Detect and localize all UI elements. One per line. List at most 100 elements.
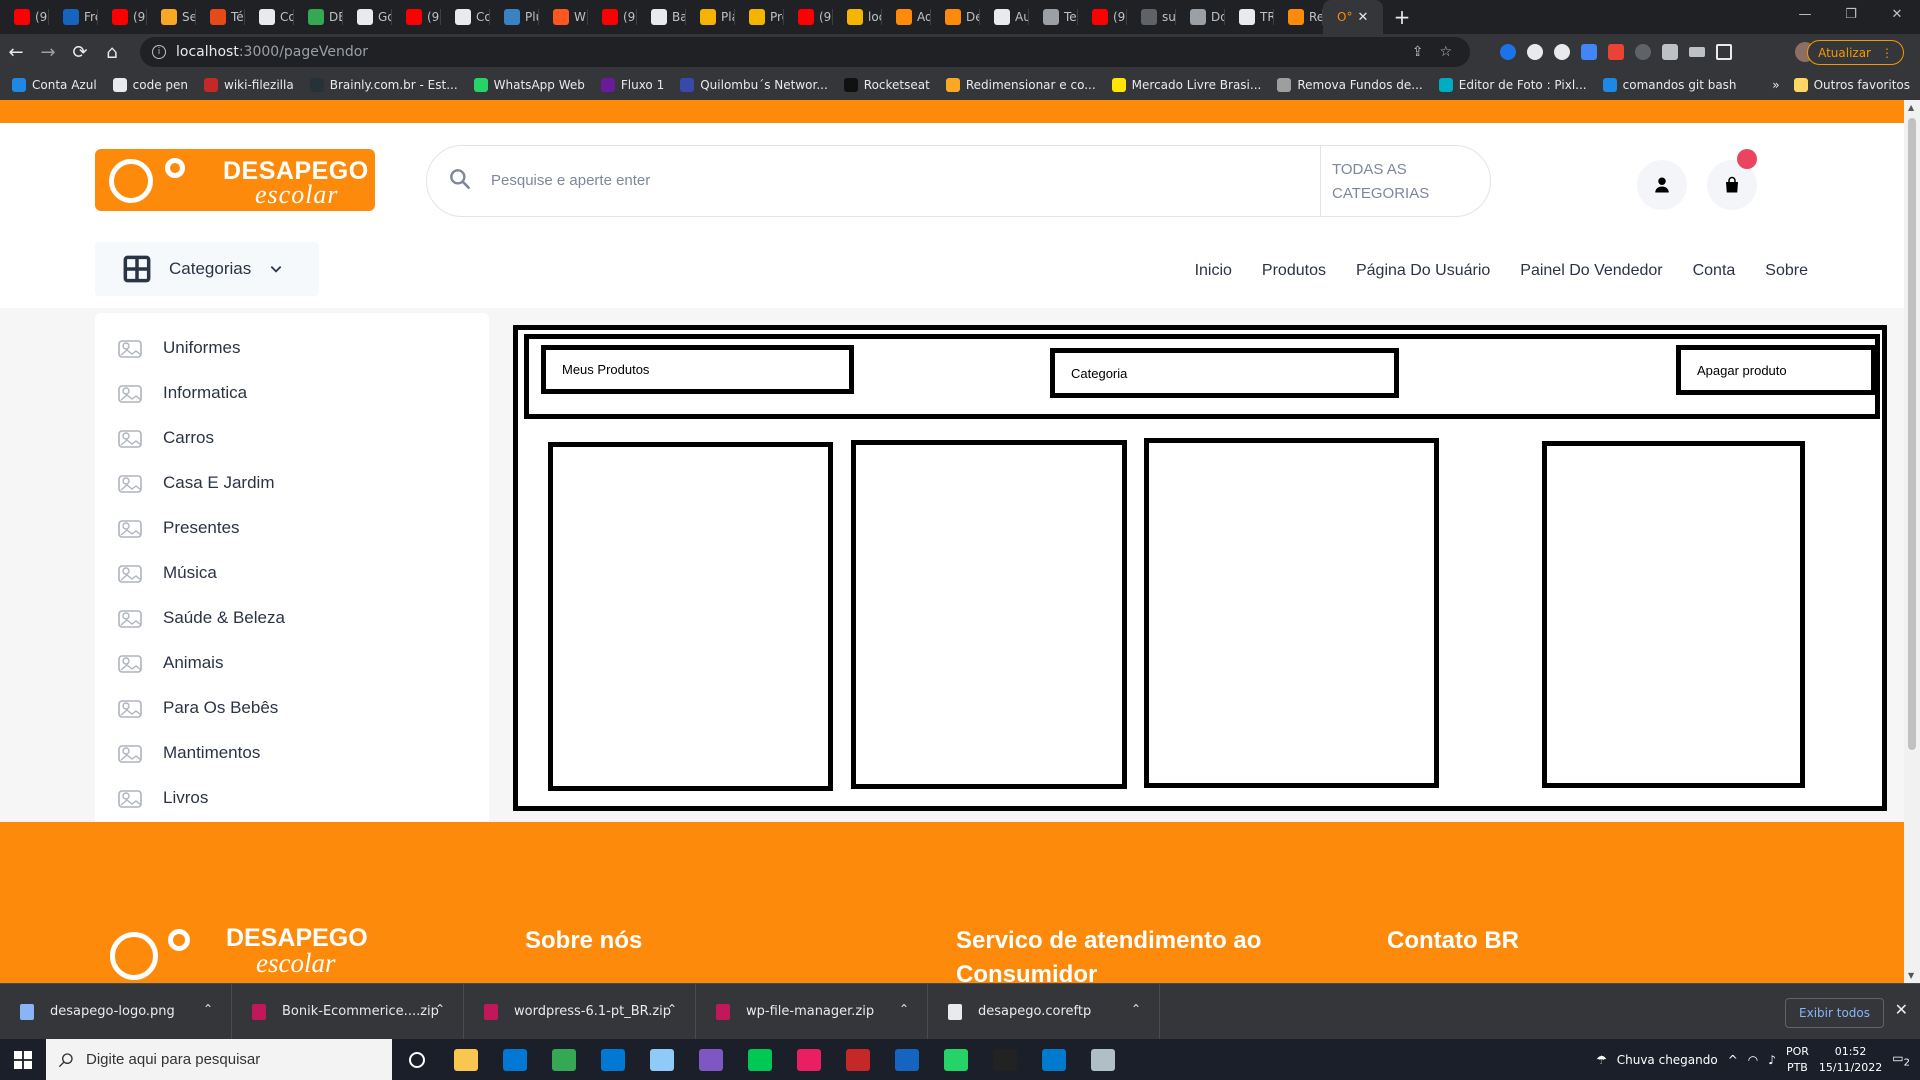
mail-taskbar-icon[interactable] [588,1039,637,1080]
browser-tab[interactable]: Tes [1029,0,1078,34]
restore-icon[interactable]: ❐ [1828,0,1874,34]
download-item[interactable]: desapego-logo.png ⌃ [0,983,232,1040]
sidebar-item[interactable]: Carros [95,415,489,460]
browser-tab[interactable]: WF [539,0,588,34]
product-card[interactable] [1144,438,1439,788]
app-taskbar-icon[interactable] [637,1039,686,1080]
chevron-up-icon[interactable]: ⌃ [435,1002,445,1016]
other-bookmarks[interactable]: Outros favoritos [1793,78,1910,92]
browser-tab[interactable]: Rea [1274,0,1323,34]
browser-tab[interactable]: Go [343,0,392,34]
product-card[interactable] [851,440,1127,789]
my-products-button[interactable]: Meus Produtos [541,345,854,394]
browser-tab[interactable]: Pla [686,0,735,34]
browser-tab[interactable]: Do [1176,0,1225,34]
extension-icon[interactable] [1500,44,1516,60]
chevron-up-icon[interactable]: ⌃ [1131,1002,1141,1016]
taskbar-search[interactable]: Digite aqui para pesquisar [46,1039,392,1080]
active-tab[interactable]: O° ✕ [1323,0,1383,34]
scrollbar-thumb[interactable] [1908,118,1916,750]
nav-link-inicio[interactable]: Inicio [1195,262,1232,280]
bookmark-item[interactable]: Quilombu´s Networ... [680,78,828,92]
bookmark-item[interactable]: Conta Azul [12,78,97,92]
extension-icon[interactable] [1581,44,1597,60]
forward-icon[interactable]: → [32,42,64,63]
terminal-taskbar-icon[interactable] [980,1039,1029,1080]
browser-tab[interactable]: Ser [147,0,196,34]
file-explorer-taskbar-icon[interactable] [441,1039,490,1080]
app-taskbar-icon[interactable] [686,1039,735,1080]
bookmark-item[interactable]: Mercado Livre Brasi... [1111,78,1261,92]
browser-tab[interactable]: Bai [637,0,686,34]
browser-tab[interactable]: (90 [392,0,441,34]
side-panel-icon[interactable] [1716,44,1732,60]
extension-icon[interactable] [1635,44,1651,60]
page-scrollbar[interactable]: ▲ ▼ [1904,100,1920,983]
browser-tab[interactable]: Plu [490,0,539,34]
browser-tab[interactable]: Co [441,0,490,34]
sidebar-item[interactable]: Mantimentos [95,730,489,775]
sidebar-item[interactable]: Informatica [95,370,489,415]
bookmark-item[interactable]: Editor de Foto : Pixl... [1438,78,1587,92]
bookmark-item[interactable]: WhatsApp Web [473,78,585,92]
chrome-taskbar-icon[interactable] [539,1039,588,1080]
sidebar-item[interactable]: Casa E Jardim [95,460,489,505]
chevron-up-icon[interactable]: ⌃ [899,1002,909,1016]
url-bar[interactable]: i localhost:3000/pageVendor ⇪ ☆ [140,37,1470,67]
delete-product-button[interactable]: Apagar produto [1676,345,1876,395]
browser-tab[interactable]: (90 [0,0,49,34]
sidebar-item[interactable]: Presentes [95,505,489,550]
media-icon[interactable] [1689,47,1705,57]
browser-tab[interactable]: Co [245,0,294,34]
browser-tab[interactable]: (90 [784,0,833,34]
app-taskbar-icon[interactable] [882,1039,931,1080]
back-icon[interactable]: ← [0,42,32,63]
browser-tab[interactable]: Téc [196,0,245,34]
start-button[interactable] [0,1039,46,1080]
bookmark-item[interactable]: Brainly.com.br - Est... [309,78,458,92]
browser-tab[interactable]: (90 [1078,0,1127,34]
app-taskbar-icon[interactable] [735,1039,784,1080]
bookmark-item[interactable]: Rocketseat [843,78,930,92]
weather-icon[interactable]: ☂ [1596,1053,1607,1067]
nav-link-conta[interactable]: Conta [1693,262,1736,280]
search-bar[interactable]: Pesquise e aperte enter TODAS AS CATEGOR… [426,145,1491,217]
download-item[interactable]: Bonik-Ecommerice....zip ⌃ [232,983,464,1040]
nav-link-produtos[interactable]: Produtos [1262,262,1326,280]
extension-icon[interactable] [1554,44,1570,60]
close-tab-icon[interactable]: ✕ [1357,10,1368,25]
browser-tab[interactable]: (90 [588,0,637,34]
app-taskbar-icon[interactable] [1078,1039,1127,1080]
browser-tab[interactable]: Au [980,0,1029,34]
product-card[interactable] [1542,441,1805,788]
bookmark-item[interactable]: Remova Fundos de... [1277,78,1423,92]
sidebar-item[interactable]: Animais [95,640,489,685]
bookmark-item[interactable]: Redimensionar e co... [945,78,1096,92]
sidebar-item[interactable]: Saúde & Beleza [95,595,489,640]
extension-icon[interactable] [1527,44,1543,60]
clock[interactable]: 01:52 15/11/2022 [1819,1044,1882,1076]
task-view-taskbar-icon[interactable] [392,1039,441,1080]
sidebar-item[interactable]: Para Os Bebês [95,685,489,730]
bookmark-star-icon[interactable]: ☆ [1439,44,1452,60]
close-window-icon[interactable]: ✕ [1874,0,1920,34]
browser-tab[interactable]: TR [1225,0,1274,34]
vscode-taskbar-icon[interactable] [1029,1039,1078,1080]
browser-tab[interactable]: sur [1127,0,1176,34]
bookmark-item[interactable]: comandos git bash [1602,78,1737,92]
footer-logo[interactable]: DESAPEGO escolar [108,922,368,983]
product-card[interactable] [548,442,833,791]
categories-button[interactable]: Categorias [95,242,319,296]
browser-tab[interactable]: Pro [735,0,784,34]
download-item[interactable]: wp-file-manager.zip ⌃ [696,983,928,1040]
user-button[interactable] [1637,160,1687,210]
filezilla-taskbar-icon[interactable] [833,1039,882,1080]
scroll-up-icon[interactable]: ▲ [1908,103,1914,112]
site-info-icon[interactable]: i [152,45,166,59]
sidebar-item[interactable]: Livros [95,775,489,820]
itunes-taskbar-icon[interactable] [784,1039,833,1080]
sidebar-item[interactable]: Música [95,550,489,595]
sidebar-item[interactable]: Uniformes [95,325,489,370]
input-language[interactable]: POR PTB [1786,1044,1809,1076]
site-logo[interactable]: DESAPEGO escolar [95,149,375,211]
